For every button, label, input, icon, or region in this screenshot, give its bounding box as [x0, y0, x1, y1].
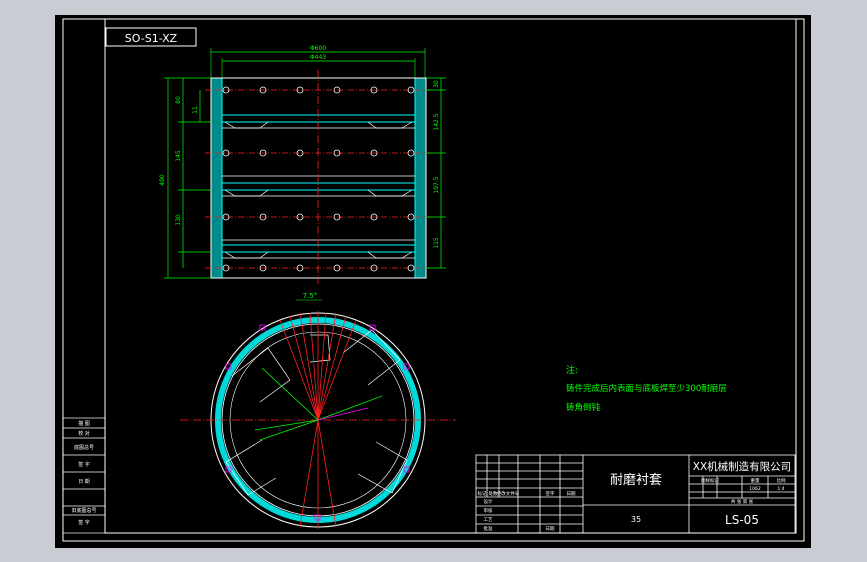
dim-left-seg-1: 80: [175, 96, 182, 104]
code-box-text: SO-S1-XZ: [125, 32, 178, 45]
rev-header-5: 日期: [567, 491, 576, 497]
side-row-3: 底图总号: [74, 444, 94, 451]
dim-small: 11: [192, 106, 199, 114]
rev-header-1: 标记: [478, 490, 487, 497]
dim-right-seg-4: 115: [433, 237, 440, 249]
side-row-2: 校 对: [78, 430, 90, 437]
dim-left-total: 490: [159, 174, 166, 186]
dim-right-seg-2: 142.5: [433, 113, 440, 130]
notes-line-2: 铸角倒钝: [566, 402, 601, 413]
dim-left-seg-2: 145: [175, 150, 182, 162]
side-row-1: 描 图: [78, 420, 90, 427]
company-name: XX机械制造有限公司: [693, 460, 791, 473]
side-row-5: 日 期: [78, 479, 90, 485]
side-row-4: 签 字: [78, 461, 90, 468]
dim-left-seg-3: 130: [175, 214, 182, 226]
notes-heading: 注:: [566, 364, 578, 376]
col-marks: 图样标记: [701, 477, 719, 484]
role-design: 设计: [484, 498, 493, 505]
sheet-count: 共 张 第 张: [731, 498, 754, 505]
rev-header-3: 更改文件号: [497, 490, 520, 497]
side-row-7: 签 字: [78, 519, 90, 526]
rev-header-4: 签字: [546, 490, 555, 497]
dim-top-overall: Φ600: [310, 45, 326, 52]
dim-top-inner: Φ443: [310, 54, 326, 61]
dim-right-seg-3: 197.5: [433, 176, 440, 193]
scale-value: 1:4: [777, 486, 784, 492]
role-process: 工艺: [484, 517, 493, 523]
drawing-sheet: SO-S1-XZ Φ600 Φ443 490 80 145 130 11 30 …: [55, 15, 811, 548]
part-title: 耐磨衬套: [610, 472, 662, 488]
weight-value: 1062: [749, 486, 761, 492]
col-weight: 重量: [751, 477, 760, 484]
notes-line-1: 铸件完成后内表面与底板焊至少300耐磨层: [566, 383, 727, 394]
angle-label: 7.5°: [303, 292, 318, 300]
side-row-6: 旧底图总号: [71, 507, 96, 514]
material-code: 35: [631, 515, 641, 524]
drawing-number: LS-05: [725, 513, 759, 527]
dim-right-seg-1: 30: [433, 80, 440, 88]
role-review: 审核: [484, 507, 493, 514]
date-label: 日期: [546, 526, 555, 532]
role-approve: 批准: [484, 525, 493, 532]
col-scale: 比例: [777, 477, 786, 484]
